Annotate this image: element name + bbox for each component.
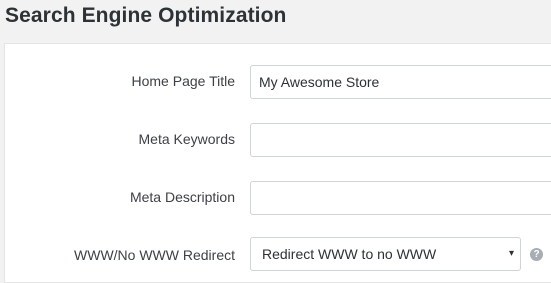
- home-page-title-input[interactable]: [250, 65, 551, 99]
- meta-keywords-input[interactable]: [250, 123, 551, 157]
- meta-description-input[interactable]: [250, 181, 551, 215]
- help-icon[interactable]: ?: [530, 248, 543, 261]
- section-title: Search Engine Optimization: [5, 4, 287, 27]
- www-redirect-label: WWW/No WWW Redirect: [74, 247, 235, 263]
- meta-description-label: Meta Description: [129, 189, 235, 205]
- www-redirect-selected-value: Redirect WWW to no WWW: [262, 246, 437, 262]
- chevron-down-icon: ▾: [508, 248, 514, 259]
- home-page-title-label: Home Page Title: [131, 73, 236, 89]
- meta-keywords-label: Meta Keywords: [138, 131, 235, 147]
- www-redirect-select[interactable]: Redirect WWW to no WWW ▾: [250, 237, 521, 271]
